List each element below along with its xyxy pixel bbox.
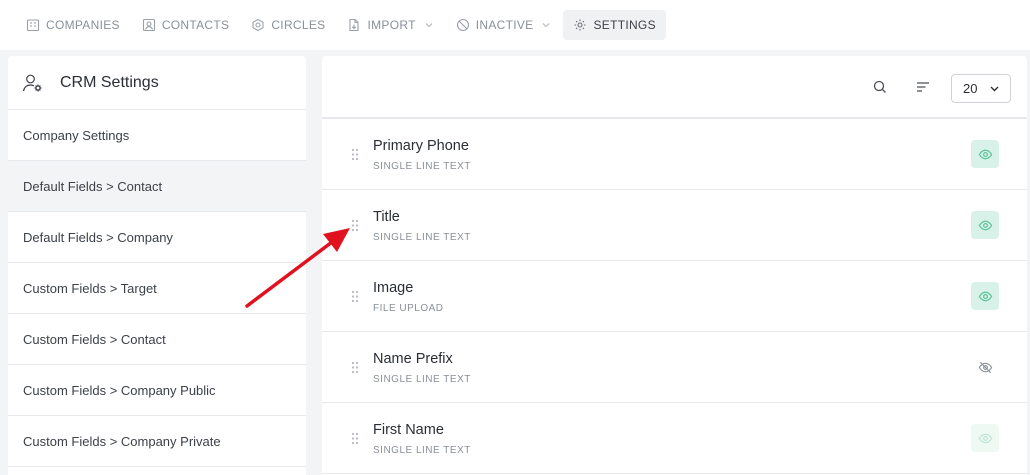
chevron-down-icon [543,23,550,28]
drag-handle-icon[interactable] [351,148,359,161]
import-file-icon [349,18,360,32]
field-type: FILE UPLOAD [373,303,444,314]
sidebar-item-company-settings[interactable]: Company Settings [8,110,306,161]
search-icon[interactable] [872,79,888,95]
field-name: Name Prefix [373,351,453,367]
user-settings-icon [22,74,42,91]
sidebar-header: CRM Settings [8,56,306,110]
eye-icon [978,220,992,230]
fields-toolbar: 20 [322,56,1027,119]
top-navigation: COMPANIES CONTACTS CIRCLES IMPORT INACTI… [0,0,1030,50]
visibility-toggle-button[interactable] [971,353,999,381]
chevron-down-icon [990,86,999,92]
drag-handle-icon[interactable] [351,219,359,232]
field-name: Title [373,209,400,225]
sidebar-item-custom-fields-target[interactable]: Custom Fields > Target [8,263,306,314]
sidebar-item-custom-fields-company-private[interactable]: Custom Fields > Company Private [8,416,306,467]
drag-handle-icon[interactable] [351,361,359,374]
sidebar-item-default-fields-contact[interactable]: Default Fields > Contact [8,161,306,212]
nav-tab-label: CONTACTS [161,18,230,32]
sort-icon[interactable] [915,79,931,95]
nav-tab-label: INACTIVE [475,18,534,32]
nav-tab-inactive[interactable]: INACTIVE [446,10,562,40]
sidebar-title: CRM Settings [60,73,159,91]
field-row[interactable]: Image FILE UPLOAD [322,261,1027,332]
per-page-value: 20 [963,81,978,96]
eye-icon [978,433,992,443]
field-row[interactable]: First Name SINGLE LINE TEXT [322,403,1027,474]
nav-tab-circles[interactable]: CIRCLES [241,10,335,40]
circles-icon [252,18,264,32]
sidebar-item-custom-fields-contact[interactable]: Custom Fields > Contact [8,314,306,365]
nav-tab-companies[interactable]: COMPANIES [16,10,130,40]
nav-tab-label: COMPANIES [46,18,120,32]
field-type: SINGLE LINE TEXT [373,445,471,456]
contact-card-icon [142,18,155,32]
gear-icon [574,19,586,31]
visibility-toggle-button[interactable] [971,140,999,168]
nav-tab-label: IMPORT [367,18,416,32]
eye-off-icon [978,361,992,373]
nav-tab-settings[interactable]: SETTINGS [563,10,666,40]
field-row[interactable]: Title SINGLE LINE TEXT [322,190,1027,261]
field-row[interactable]: Name Prefix SINGLE LINE TEXT [322,332,1027,403]
drag-handle-icon[interactable] [351,432,359,445]
nav-tab-contacts[interactable]: CONTACTS [132,10,240,40]
fields-panel: 20 Primary Phone SINGLE LINE TEXT Title … [322,56,1027,475]
nav-tab-label: SETTINGS [593,18,656,32]
drag-handle-icon[interactable] [351,290,359,303]
sidebar-item-custom-fields-company-public[interactable]: Custom Fields > Company Public [8,365,306,416]
field-name: First Name [373,422,444,438]
eye-icon [978,291,992,301]
field-type: SINGLE LINE TEXT [373,232,471,243]
field-type: SINGLE LINE TEXT [373,374,471,385]
ban-icon [456,18,469,32]
per-page-select[interactable]: 20 [951,74,1011,103]
nav-tab-import[interactable]: IMPORT [337,10,443,40]
nav-tab-label: CIRCLES [271,18,326,32]
visibility-toggle-button[interactable] [971,211,999,239]
eye-icon [978,149,992,159]
settings-sidebar: CRM Settings Company Settings Default Fi… [8,56,306,475]
sidebar-item-default-fields-company[interactable]: Default Fields > Company [8,212,306,263]
field-row[interactable]: Primary Phone SINGLE LINE TEXT [322,119,1027,190]
building-icon [26,19,40,32]
chevron-down-icon [425,23,433,28]
visibility-toggle-button[interactable] [971,282,999,310]
field-name: Image [373,280,414,296]
field-name: Primary Phone [373,138,469,154]
field-type: SINGLE LINE TEXT [373,161,471,172]
visibility-toggle-button[interactable] [971,424,999,452]
